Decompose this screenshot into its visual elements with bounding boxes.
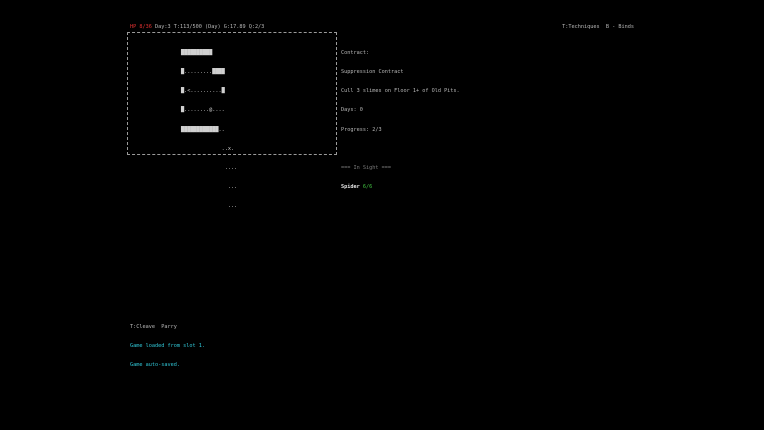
enemy-hp: 6/6 [362, 184, 373, 191]
contract-progress: Progress: 2/3 [341, 126, 382, 133]
status-details: Day:3 T:113/500 (Day) G:17.89 Q:2/3 [151, 24, 265, 30]
enemy-entry: Spider 6/6 [341, 184, 460, 190]
key-hints: T:Techniques B - Binds [562, 24, 634, 30]
action-hint: T:Cleave Parry [130, 323, 177, 330]
hp-readout: HP 8/36 [130, 24, 152, 30]
map-row: ..x. [181, 145, 235, 152]
message-log: T:Cleave Parry Game loaded from slot 1. … [130, 311, 205, 375]
map-row: █.........████ [181, 69, 225, 76]
map-row: .... [181, 165, 238, 172]
map-row: ... [181, 203, 238, 210]
map-row: ██████████ [181, 49, 213, 56]
side-panel: Contract: Suppression Contract Cull 3 sl… [341, 37, 460, 197]
in-sight-header: === In Sight === [341, 165, 391, 172]
log-message: Game loaded from slot 1. [130, 343, 205, 350]
map-row: █........@.... [181, 107, 225, 114]
contract-days: Days: 0 [341, 107, 363, 114]
contract-title: Suppression Contract [341, 69, 404, 76]
log-message: Game auto-saved. [130, 362, 180, 369]
map-row: ... [181, 184, 238, 191]
contract-goal: Cull 3 slimes on Floor 1+ of Old Pits. [341, 88, 460, 95]
contract-header: Contract: [341, 49, 370, 56]
dungeon-map: ██████████ █.........████ █.<..........█… [181, 37, 237, 216]
map-row: ████████████.. [181, 126, 225, 133]
enemy-name: Spider [341, 184, 360, 191]
status-bar: HP 8/36 Day:3 T:113/500 (Day) G:17.89 Q:… [130, 24, 264, 30]
map-row: █.<..........█ [181, 88, 225, 95]
